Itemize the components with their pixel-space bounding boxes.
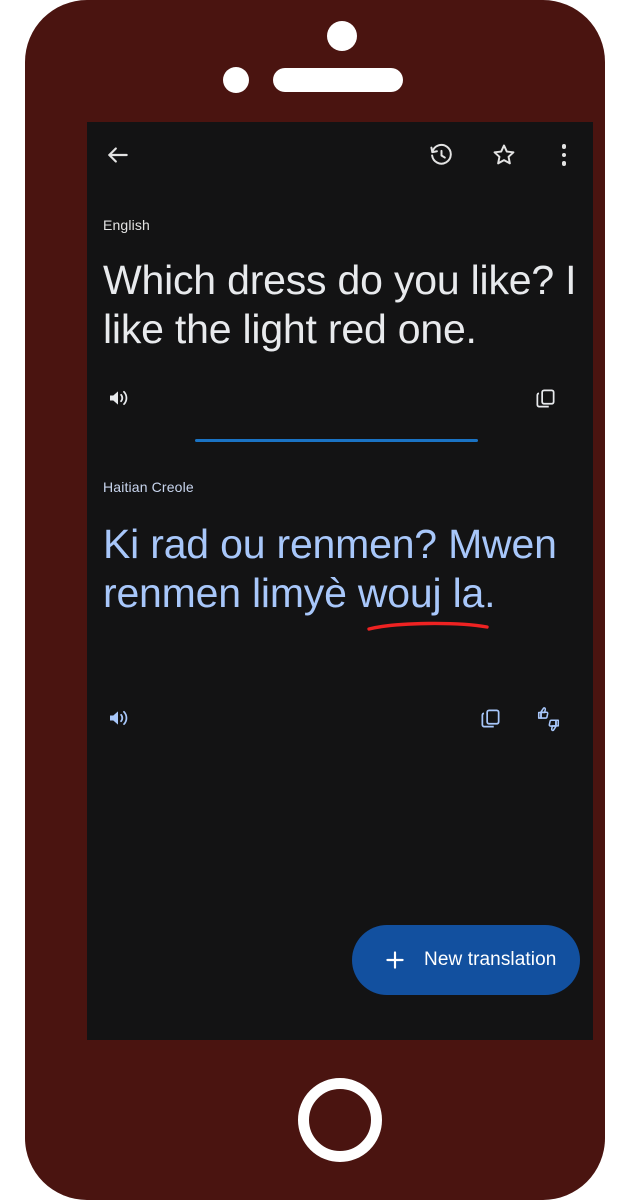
more-vertical-icon[interactable] — [547, 138, 581, 172]
plus-icon — [382, 947, 408, 973]
target-speak-icon[interactable] — [101, 700, 137, 736]
camera-dot-icon — [327, 21, 357, 51]
source-text[interactable]: Which dress do you like? I like the ligh… — [103, 256, 577, 354]
history-clock-icon[interactable] — [424, 138, 458, 172]
home-button[interactable] — [298, 1078, 382, 1162]
phone-frame: English Which dress do you like? I like … — [25, 0, 605, 1200]
target-copy-icon[interactable] — [472, 700, 508, 736]
source-language-label[interactable]: English — [103, 217, 150, 233]
earpiece-speaker-icon — [273, 68, 403, 92]
app-bar — [87, 122, 593, 188]
sensor-dot-icon — [223, 67, 249, 93]
highlight-underline — [367, 621, 489, 631]
new-translation-label: New translation — [424, 949, 557, 970]
source-speak-icon[interactable] — [101, 380, 137, 416]
target-text[interactable]: Ki rad ou renmen? Mwen renmen limyè wouj… — [103, 520, 577, 618]
target-actions — [87, 700, 593, 740]
star-outline-icon[interactable] — [487, 138, 521, 172]
thumbs-up-down-icon[interactable] — [530, 700, 566, 736]
new-translation-button[interactable]: New translation — [352, 925, 580, 995]
target-language-label[interactable]: Haitian Creole — [103, 479, 194, 495]
source-actions — [87, 380, 593, 420]
phone-screen: English Which dress do you like? I like … — [87, 122, 593, 1040]
source-copy-icon[interactable] — [527, 380, 563, 416]
section-divider — [195, 439, 478, 442]
back-arrow-icon[interactable] — [101, 138, 135, 172]
